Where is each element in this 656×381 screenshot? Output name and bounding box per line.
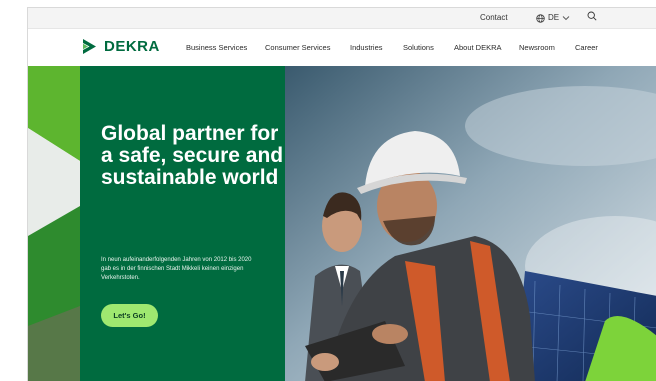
hero-section: Global partner for a safe, secure and su… bbox=[28, 66, 656, 381]
hero-image bbox=[285, 66, 656, 381]
lets-go-button[interactable]: Let's Go! bbox=[101, 304, 158, 327]
logo-text: DEKRA bbox=[104, 38, 160, 55]
dekra-logo-mark-icon bbox=[83, 39, 96, 54]
hero-description: In neun aufeinanderfolgenden Jahren von … bbox=[101, 257, 252, 281]
hero-left-decoration bbox=[28, 66, 80, 381]
nav-solutions[interactable]: Solutions bbox=[403, 43, 434, 52]
hero-panel: Global partner for a safe, secure and su… bbox=[80, 66, 285, 381]
nav-industries[interactable]: Industries bbox=[350, 43, 383, 52]
language-selector[interactable]: DE bbox=[536, 12, 570, 24]
nav-newsroom[interactable]: Newsroom bbox=[519, 43, 555, 52]
globe-icon bbox=[536, 13, 545, 23]
search-button[interactable] bbox=[587, 11, 597, 25]
nav-business-services[interactable]: Business Services bbox=[186, 43, 247, 52]
hero-title: Global partner for a safe, secure and su… bbox=[101, 122, 284, 189]
main-navigation: DEKRA Business Services Consumer Service… bbox=[28, 29, 656, 66]
nav-career[interactable]: Career bbox=[575, 43, 598, 52]
contact-link[interactable]: Contact bbox=[480, 12, 508, 24]
nav-consumer-services[interactable]: Consumer Services bbox=[265, 43, 330, 52]
utility-bar: Contact DE bbox=[28, 8, 656, 29]
nav-about-dekra[interactable]: About DEKRA bbox=[454, 43, 502, 52]
browser-viewport: Contact DE DEKRA Business Services Consu… bbox=[27, 7, 656, 381]
dekra-logo[interactable]: DEKRA bbox=[81, 38, 160, 55]
search-icon bbox=[587, 11, 597, 21]
chevron-down-icon bbox=[562, 16, 570, 21]
language-label: DE bbox=[548, 13, 560, 22]
